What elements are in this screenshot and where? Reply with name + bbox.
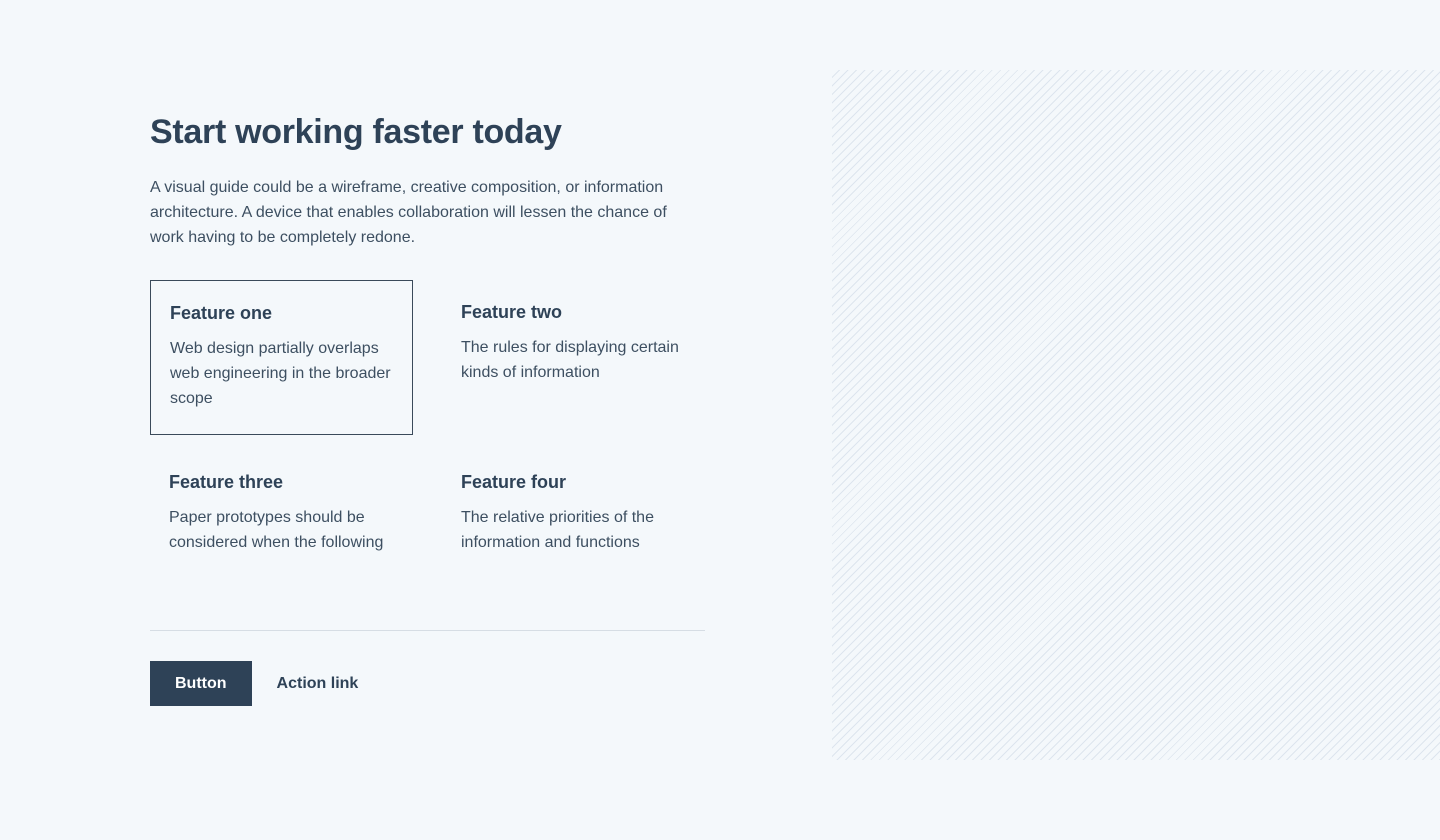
feature-title: Feature three [169, 472, 284, 492]
page-title: Start working faster today [150, 113, 562, 151]
intro-paragraph: A visual guide could be a wireframe, cre… [150, 179, 667, 246]
feature-description: Paper prototypes should be considered wh… [169, 509, 384, 551]
feature-card-three: Feature three Paper prototypes should be… [150, 450, 413, 575]
feature-card-two: Feature two The rules for displaying cer… [442, 280, 705, 405]
action-bar: Button Action link [150, 661, 358, 706]
image-placeholder [832, 70, 1440, 760]
feature-title: Feature two [461, 302, 563, 322]
section-divider [150, 630, 705, 631]
feature-description: The relative priorities of the informati… [461, 509, 654, 551]
feature-description: The rules for displaying certain kinds o… [461, 339, 679, 381]
feature-title: Feature one [170, 303, 273, 323]
feature-grid: Feature one Web design partially overlap… [150, 280, 710, 600]
primary-button[interactable]: Button [150, 661, 252, 706]
feature-card-one: Feature one Web design partially overlap… [150, 280, 413, 435]
content-column: Start working faster today A visual guid… [150, 110, 710, 600]
feature-title: Feature four [461, 472, 567, 492]
action-link[interactable]: Action link [277, 675, 359, 693]
feature-description: Web design partially overlaps web engine… [170, 340, 391, 407]
feature-card-four: Feature four The relative priorities of … [442, 450, 705, 575]
